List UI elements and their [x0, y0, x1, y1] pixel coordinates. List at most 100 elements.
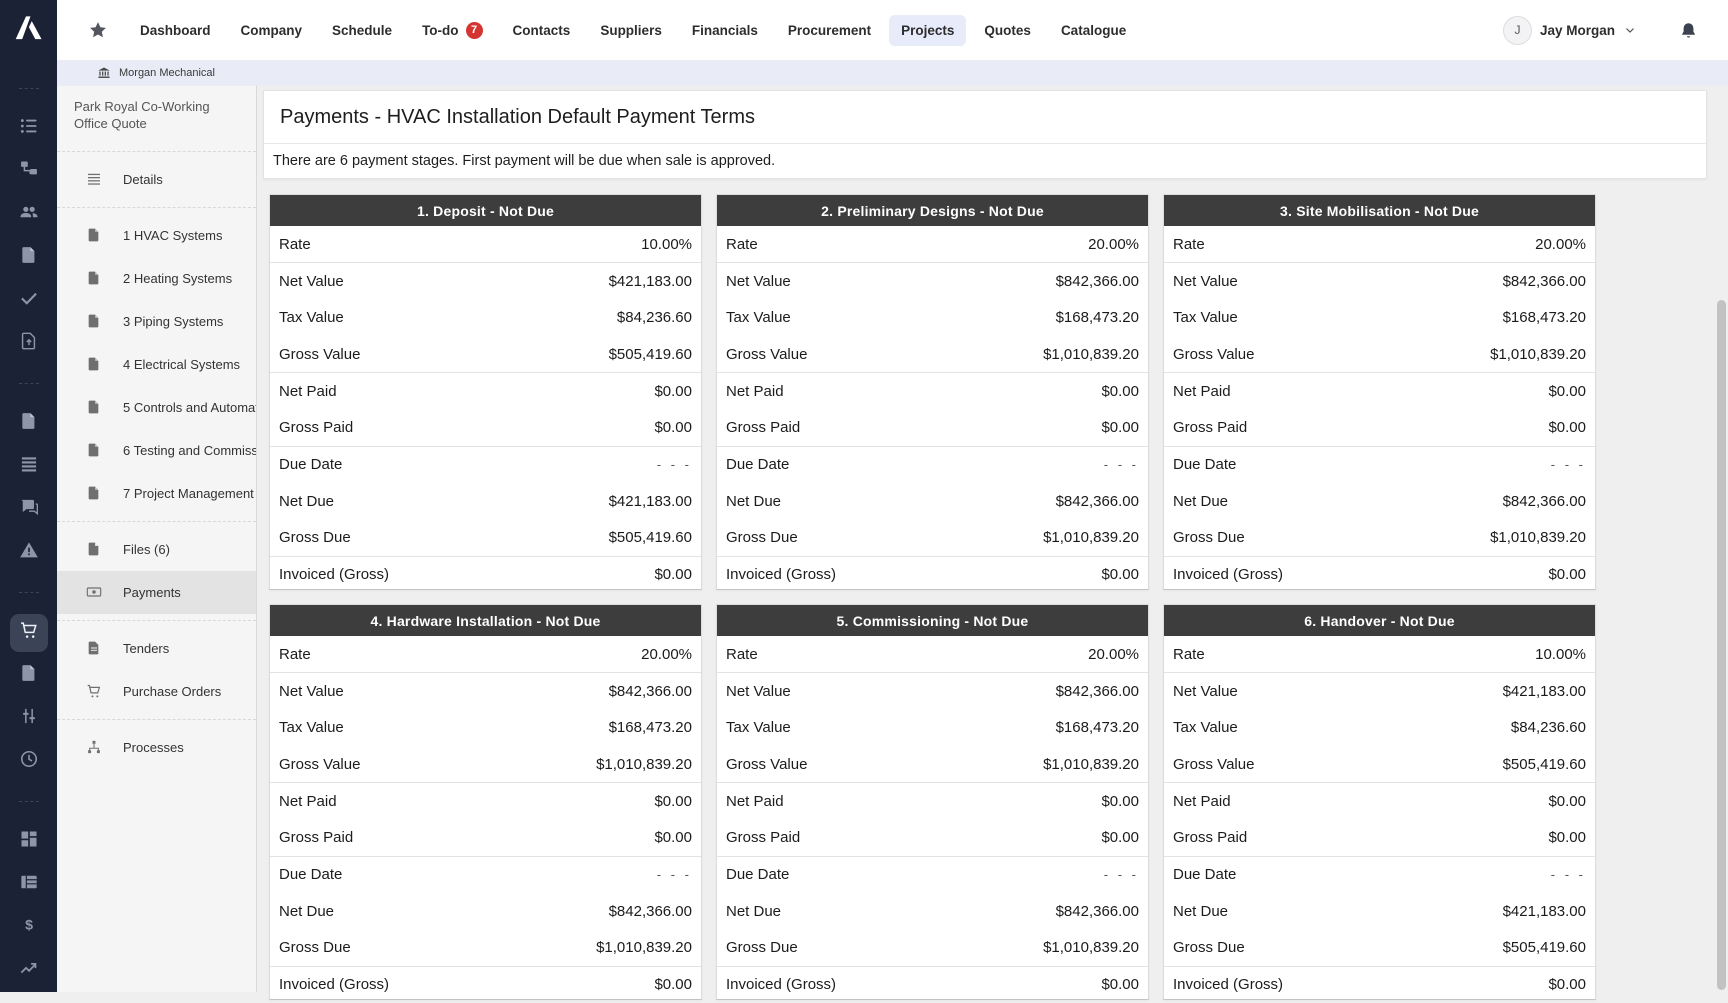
sidebar-item-2-heating-systems[interactable]: 2 Heating Systems	[57, 257, 256, 300]
payment-stage-card-1: 1. Deposit - Not DueRate10.00%Net Value$…	[269, 194, 702, 590]
user-menu[interactable]: J Jay Morgan	[1503, 16, 1637, 45]
stage-row-gross-paid: Gross Paid$0.00	[270, 409, 701, 446]
notifications-bell-icon[interactable]	[1679, 21, 1698, 40]
doc-icon	[86, 442, 102, 458]
stage-row-net-value: Net Value$421,183.00	[270, 263, 701, 299]
app-logo[interactable]	[0, 0, 57, 60]
doc-icon	[86, 356, 102, 372]
rail-item-trend[interactable]	[0, 949, 57, 992]
vertical-scrollbar[interactable]	[1717, 300, 1726, 990]
row-label: Gross Due	[279, 529, 351, 546]
rail-item-sitemap[interactable]	[0, 150, 57, 193]
sidebar-item-details[interactable]: Details	[57, 158, 256, 201]
quote-sidebar: Park Royal Co-Working Office Quote Detai…	[57, 86, 257, 992]
rail-item-list[interactable]	[0, 107, 57, 150]
nav-item-company[interactable]: Company	[229, 15, 315, 46]
stage-row-rate: Rate20.00%	[717, 636, 1148, 673]
row-value: $1,010,839.20	[1490, 346, 1586, 363]
row-label: Due Date	[279, 866, 342, 883]
stage-row-net-value: Net Value$842,366.00	[717, 673, 1148, 709]
stage-row-tax-value: Tax Value$168,473.20	[1164, 300, 1595, 336]
dashboard-icon	[19, 829, 39, 854]
stage-row-gross-due: Gross Due$1,010,839.20	[717, 519, 1148, 556]
rail-item-tune[interactable]	[0, 697, 57, 740]
document-icon	[19, 245, 39, 270]
nav-item-procurement[interactable]: Procurement	[776, 15, 883, 46]
row-value: $0.00	[1548, 419, 1586, 436]
nav-item-quotes[interactable]: Quotes	[972, 15, 1043, 46]
stage-row-due-date: Due Date- - -	[717, 857, 1148, 893]
rail-item-document[interactable]	[0, 236, 57, 279]
stage-row-gross-paid: Gross Paid$0.00	[717, 819, 1148, 856]
stage-row-net-paid: Net Paid$0.00	[270, 373, 701, 409]
rail-item-chat[interactable]	[0, 488, 57, 531]
sidebar-divider	[57, 521, 256, 522]
company-name[interactable]: Morgan Mechanical	[119, 67, 215, 79]
favorite-star-icon[interactable]	[88, 20, 108, 40]
row-value: $505,419.60	[609, 346, 692, 363]
rail-item-dollar[interactable]: $	[0, 906, 57, 949]
row-value: $0.00	[1548, 383, 1586, 400]
rail-item-rows[interactable]	[0, 445, 57, 488]
sidebar-item-3-piping-systems[interactable]: 3 Piping Systems	[57, 300, 256, 343]
rail-item-cart[interactable]	[0, 611, 57, 654]
rail-item-clock[interactable]	[0, 740, 57, 783]
rail-item-wrap	[10, 282, 48, 320]
doc-lines-icon	[86, 640, 102, 656]
sidebar-item-processes[interactable]: Processes	[57, 726, 256, 769]
rail-item-document[interactable]	[0, 654, 57, 697]
row-label: Gross Paid	[1173, 829, 1247, 846]
nav-item-catalogue[interactable]: Catalogue	[1049, 15, 1138, 46]
chevron-down-icon	[1623, 23, 1637, 37]
rail-item-check[interactable]	[0, 279, 57, 322]
nav-item-to-do[interactable]: To-do7	[410, 14, 494, 47]
nav-item-schedule[interactable]: Schedule	[320, 15, 404, 46]
sidebar-item-4-electrical-systems[interactable]: 4 Electrical Systems	[57, 343, 256, 386]
row-label: Gross Paid	[279, 829, 353, 846]
rail-item-document[interactable]	[0, 402, 57, 445]
nav-item-dashboard[interactable]: Dashboard	[128, 15, 223, 46]
rail-divider	[19, 801, 39, 802]
sidebar-item-1-hvac-systems[interactable]: 1 HVAC Systems	[57, 214, 256, 257]
payment-stages-grid: 1. Deposit - Not DueRate10.00%Net Value$…	[269, 194, 1596, 1000]
rail-item-users[interactable]	[0, 193, 57, 236]
nav-item-label: Dashboard	[140, 23, 211, 38]
sidebar-item-purchase-orders[interactable]: Purchase Orders	[57, 670, 256, 713]
row-value: $0.00	[654, 976, 692, 993]
file-upload-icon	[19, 331, 39, 356]
row-value: $842,366.00	[1056, 273, 1139, 290]
nav-item-suppliers[interactable]: Suppliers	[588, 15, 674, 46]
sidebar-item-tenders[interactable]: Tenders	[57, 627, 256, 670]
row-value: $842,366.00	[1056, 493, 1139, 510]
row-label: Net Due	[726, 903, 781, 920]
sidebar-item-6-testing-and-commissioning[interactable]: 6 Testing and Commissioning	[57, 429, 256, 472]
row-value: $1,010,839.20	[1043, 939, 1139, 956]
nav-item-financials[interactable]: Financials	[680, 15, 770, 46]
sidebar-item-label: 3 Piping Systems	[123, 314, 223, 329]
row-label: Gross Value	[726, 346, 807, 363]
sidebar-item-7-project-management[interactable]: 7 Project Management	[57, 472, 256, 515]
avatar: J	[1503, 16, 1532, 45]
sidebar-item-5-controls-and-automation[interactable]: 5 Controls and Automation	[57, 386, 256, 429]
primary-nav: Dashboard CompanyScheduleTo-do7ContactsSu…	[128, 14, 1138, 47]
nav-item-projects[interactable]: Projects	[889, 15, 966, 46]
rail-item-dashboard[interactable]	[0, 820, 57, 863]
rail-item-warning[interactable]	[0, 531, 57, 574]
sidebar-item-payments[interactable]: Payments	[57, 571, 256, 614]
stage-row-rate: Rate20.00%	[270, 636, 701, 673]
row-label: Net Paid	[279, 793, 337, 810]
nav-item-contacts[interactable]: Contacts	[501, 15, 583, 46]
row-value: 10.00%	[641, 236, 692, 253]
rail-item-table[interactable]	[0, 863, 57, 906]
row-value: $421,183.00	[609, 273, 692, 290]
row-label: Due Date	[726, 456, 789, 473]
rail-item-file-upload[interactable]	[0, 322, 57, 365]
top-navigation: Dashboard CompanyScheduleTo-do7ContactsSu…	[0, 0, 1728, 60]
avatar-initial: J	[1514, 23, 1520, 37]
payment-stage-card-6: 6. Handover - Not DueRate10.00%Net Value…	[1163, 604, 1596, 1000]
sidebar-item-files-6[interactable]: Files (6)	[57, 528, 256, 571]
rail-item-wrap	[10, 196, 48, 234]
stage-card-header: 2. Preliminary Designs - Not Due	[717, 195, 1148, 226]
stage-row-tax-value: Tax Value$168,473.20	[717, 710, 1148, 746]
row-label: Net Paid	[1173, 793, 1231, 810]
